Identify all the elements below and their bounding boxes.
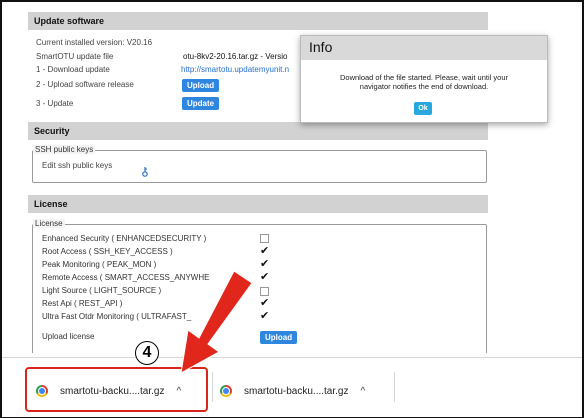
info-dialog-message: Download of the file started. Please, wa… <box>301 73 547 91</box>
chevron-up-icon[interactable]: ^ <box>361 386 366 397</box>
info-dialog-message-line2: navigator notifies the end of download. <box>359 82 489 91</box>
update-button[interactable]: Update <box>182 97 220 110</box>
download-separator <box>394 372 395 402</box>
step3-label: 3 - Update <box>36 99 74 108</box>
license-item-enhanced-security: Enhanced Security ( ENHANCEDSECURITY ) <box>42 234 207 243</box>
license-check-rest-api: ✔ <box>260 297 270 309</box>
info-dialog-title: Info <box>309 39 333 55</box>
license-check-peak-monitoring: ✔ <box>260 258 270 270</box>
download-file-name: smartotu-backu....tar.gz <box>244 385 349 397</box>
license-legend: License <box>33 219 65 228</box>
step1-label: 1 - Download update <box>36 65 110 74</box>
step-number-badge: 4 <box>135 341 159 365</box>
info-dialog-title-bar <box>301 36 547 60</box>
ok-button[interactable]: Ok <box>414 102 432 115</box>
web-page: Update software Current installed versio… <box>2 2 582 353</box>
upload-license-button[interactable]: Upload <box>260 331 298 344</box>
edit-ssh-keys-label: Edit ssh public keys <box>42 161 113 170</box>
section-header-security: Security <box>28 122 488 140</box>
license-item-light-source: Light Source ( LIGHT_SOURCE ) <box>42 286 162 295</box>
upload-license-label: Upload license <box>42 332 95 341</box>
upload-software-button[interactable]: Upload <box>182 79 220 92</box>
license-checkbox-enhanced-security <box>260 234 269 243</box>
download-separator <box>212 372 213 402</box>
license-item-rest-api: Rest Api ( REST_API ) <box>42 299 123 308</box>
section-header-license: License <box>28 195 488 213</box>
annotation-highlight-box <box>25 367 208 412</box>
license-item-ultrafast-otdr: Ultra Fast Otdr Monitoring ( ULTRAFAST_ <box>42 312 192 321</box>
download-update-link[interactable]: http://smartotu.updatemyunit.n <box>181 65 289 74</box>
license-item-remote-access: Remote Access ( SMART_ACCESS_ANYWHE <box>42 273 210 282</box>
license-item-root-access: Root Access ( SSH_KEY_ACCESS ) <box>42 247 173 256</box>
info-dialog: Info Download of the file started. Pleas… <box>300 35 548 123</box>
license-check-remote-access: ✔ <box>260 271 270 283</box>
license-check-root-access: ✔ <box>260 245 270 257</box>
update-file-value: otu-8kv2-20.16.tar.gz - Versio <box>183 52 288 61</box>
chrome-icon <box>220 385 232 397</box>
license-checkbox-light-source <box>260 287 269 296</box>
update-file-label: SmartOTU update file <box>36 52 114 61</box>
license-check-ultrafast-otdr: ✔ <box>260 310 270 322</box>
section-header-update: Update software <box>28 12 488 30</box>
key-edit-icon[interactable] <box>141 164 149 177</box>
current-version-text: Current installed version: V20.16 <box>36 38 153 47</box>
info-dialog-message-line1: Download of the file started. Please, wa… <box>339 73 508 82</box>
step2-label: 2 - Upload software release <box>36 80 134 89</box>
ssh-keys-legend: SSH public keys <box>33 145 96 154</box>
license-item-peak-monitoring: Peak Monitoring ( PEAK_MON ) <box>42 260 157 269</box>
download-item-2[interactable]: smartotu-backu....tar.gz ^ <box>220 376 365 406</box>
